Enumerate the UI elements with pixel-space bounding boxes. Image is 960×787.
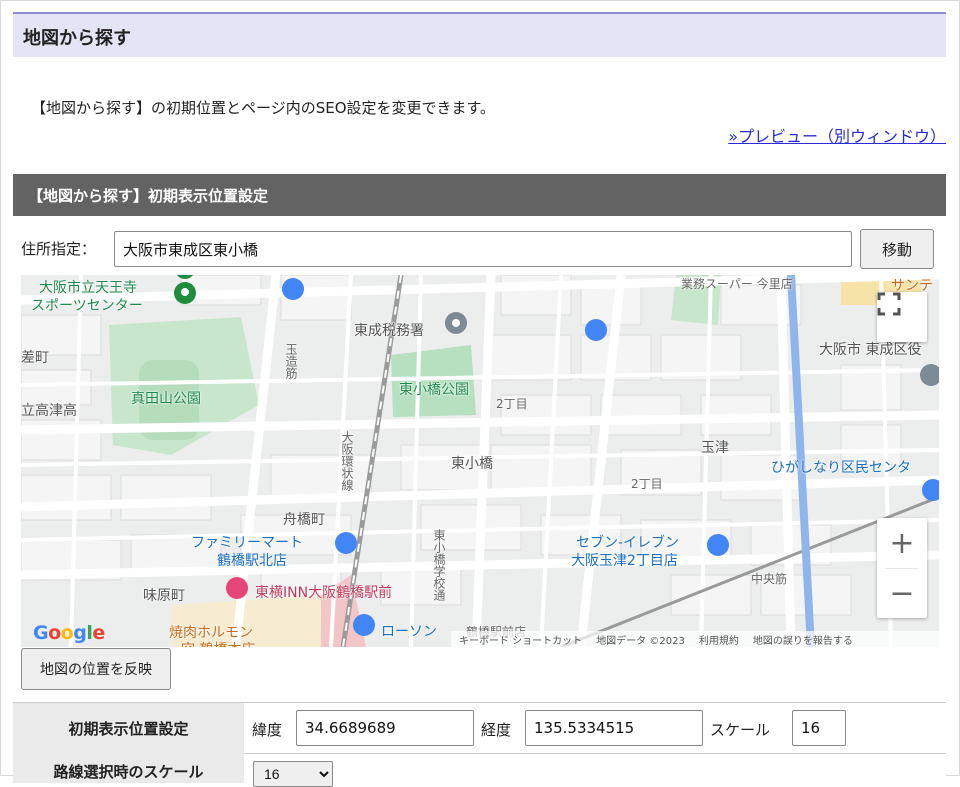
- map-label: 東小橋公園: [399, 382, 469, 398]
- map-label: 大阪玉津2丁目店: [571, 553, 678, 569]
- map-label: ローソン: [381, 624, 437, 640]
- latitude-input[interactable]: [296, 710, 474, 746]
- map-label: 立高津高: [21, 403, 77, 419]
- latitude-label: 緯度: [252, 721, 283, 739]
- road-label: 玉造筋: [284, 343, 298, 379]
- map-attribution: キーボード ショートカット 地図データ ©2023 利用規約 地図の誤りを報告す…: [451, 631, 939, 647]
- map-label: 舟橋町: [283, 512, 325, 528]
- fullscreen-button[interactable]: [877, 292, 927, 342]
- address-input[interactable]: [114, 231, 852, 267]
- route-scale-label: 路線選択時のスケール: [13, 753, 244, 783]
- map-data-text: 地図データ ©2023: [596, 635, 685, 647]
- zoom-control: + −: [877, 518, 927, 618]
- map-label: セブン-イレブン: [576, 535, 680, 551]
- map-label: 鶴橋駅北店: [217, 553, 287, 569]
- map-view[interactable]: 大阪市立天王寺 スポーツセンター 真田山公園 東小橋公園 東成税務署 東小橋 玉…: [21, 275, 939, 647]
- section-title: 【地図から探す】初期表示位置設定: [28, 187, 269, 205]
- initial-position-label: 初期表示位置設定: [13, 703, 244, 753]
- map-label: 味原町: [143, 588, 185, 604]
- initial-position-row: 初期表示位置設定 緯度 経度 スケール: [13, 702, 946, 754]
- fullscreen-icon: [877, 292, 901, 316]
- move-button[interactable]: 移動: [860, 229, 934, 269]
- scale-label: スケール: [710, 721, 771, 739]
- map-label: 2丁目: [631, 477, 663, 491]
- terms-link[interactable]: 利用規約: [699, 632, 739, 647]
- keyboard-shortcuts-link[interactable]: キーボード ショートカット: [459, 632, 582, 647]
- map-label: スポーツセンター: [31, 298, 143, 314]
- longitude-label: 経度: [481, 721, 512, 739]
- road-label: 大阪環状線: [340, 431, 354, 491]
- road-label: 東小橋学校通: [432, 529, 446, 601]
- map-label: 玉津: [701, 440, 729, 456]
- map-label: 空 鶴橋本店: [181, 639, 255, 647]
- map-label: ファミリーマート: [191, 535, 303, 551]
- map-label: 東成税務署: [354, 323, 424, 339]
- map-label: 業務スーパー 今里店: [681, 277, 793, 291]
- zoom-in-button[interactable]: +: [877, 518, 927, 568]
- map-label: 大阪市立天王寺: [39, 280, 137, 296]
- map-label: 大阪市 東成区役: [819, 342, 922, 358]
- zoom-out-button[interactable]: −: [877, 568, 927, 618]
- route-scale-row: 路線選択時のスケール 16: [13, 753, 946, 787]
- map-label: 東横INN大阪鶴橋駅前: [255, 585, 393, 601]
- section-header: 【地図から探す】初期表示位置設定: [13, 174, 946, 216]
- map-label: 中央筋: [751, 572, 788, 586]
- page-description: 【地図から探す】の初期位置とページ内のSEO設定を変更できます。: [31, 99, 496, 117]
- scale-input[interactable]: [792, 710, 846, 746]
- route-scale-select[interactable]: 16: [253, 761, 333, 787]
- map-label: ひがしなり区民センタ: [771, 460, 911, 476]
- map-label: 2丁目: [496, 397, 528, 411]
- report-error-link[interactable]: 地図の誤りを報告する: [753, 632, 853, 647]
- map-label: 差町: [21, 350, 49, 366]
- page-title: 地図から探す: [23, 28, 131, 49]
- google-logo: Google: [33, 622, 105, 644]
- longitude-input[interactable]: [525, 710, 703, 746]
- reflect-map-position-button[interactable]: 地図の位置を反映: [21, 648, 171, 690]
- map-label: 真田山公園: [131, 391, 201, 407]
- page-header: 地図から探す: [13, 12, 946, 57]
- address-label: 住所指定：: [21, 240, 97, 258]
- map-label: 東小橋: [451, 456, 493, 472]
- preview-link[interactable]: »プレビュー（別ウィンドウ）: [728, 123, 946, 147]
